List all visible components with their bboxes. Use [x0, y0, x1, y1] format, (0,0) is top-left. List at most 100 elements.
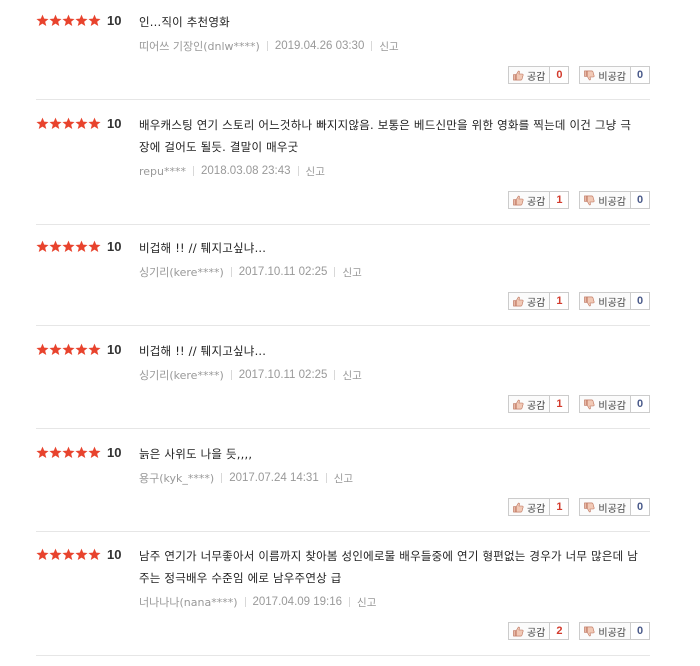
like-button[interactable]: 공감	[507, 395, 551, 413]
meta-divider	[325, 473, 327, 483]
star-icon	[88, 117, 101, 130]
review-author: repu****	[139, 164, 187, 178]
like-button[interactable]: 공감	[507, 66, 551, 84]
dislike-label: 비공감	[598, 400, 626, 412]
rating-score: 10	[107, 12, 122, 28]
like-label: 공감	[526, 297, 546, 309]
dislike-button[interactable]: 비공감	[579, 498, 631, 516]
thumbs-up-icon	[513, 70, 524, 80]
thumbs-down-icon	[584, 626, 595, 636]
review-meta: 용구(kyk_****) 2017.07.24 14:31 신고	[139, 470, 353, 486]
review-meta: repu**** 2018.03.08 23:43 신고	[139, 163, 325, 179]
star-icon	[88, 446, 101, 459]
like-button[interactable]: 공감	[507, 622, 551, 640]
vote-buttons: 공감 1 비공감 0	[507, 395, 650, 413]
review-author: 너나나나(nana****)	[139, 596, 238, 609]
vote-buttons: 공감 0 비공감 0	[507, 66, 650, 84]
dislike-button[interactable]: 비공감	[579, 395, 631, 413]
star-icon	[75, 548, 88, 561]
like-label: 공감	[526, 627, 546, 639]
dislike-button[interactable]: 비공감	[579, 191, 631, 209]
meta-divider	[221, 473, 223, 483]
report-link[interactable]: 신고	[342, 368, 361, 383]
dislike-count: 0	[631, 292, 650, 310]
like-button[interactable]: 공감	[507, 191, 551, 209]
review-author: 띠어쓰 기장인(dnlw****)	[139, 40, 260, 53]
dislike-label: 비공감	[598, 503, 626, 515]
star-rating: 10	[36, 238, 121, 254]
thumbs-up-icon	[513, 399, 524, 409]
like-count: 0	[550, 66, 570, 84]
star-icon	[62, 14, 75, 27]
review-author: 싱기리(kere****)	[139, 266, 224, 279]
star-icon	[36, 117, 49, 130]
star-icon	[88, 14, 101, 27]
dislike-label: 비공감	[598, 196, 626, 208]
thumbs-up-icon	[513, 195, 524, 205]
stars	[36, 446, 101, 459]
star-icon	[36, 548, 49, 561]
star-icon	[75, 117, 88, 130]
meta-divider	[371, 41, 373, 51]
report-link[interactable]: 신고	[306, 164, 325, 179]
dislike-count: 0	[631, 498, 650, 516]
review-date: 2017.10.11 02:25	[238, 266, 328, 278]
review-text: 남주 연기가 너무좋아서 이름까지 찾아봄 성인에로물 배우들중에 연기 형편없…	[139, 549, 639, 585]
star-icon	[49, 14, 62, 27]
like-count: 1	[550, 292, 570, 310]
review-divider	[36, 224, 650, 225]
review-meta: 띠어쓰 기장인(dnlw****) 2019.04.26 03:30 신고	[139, 38, 399, 54]
dislike-count: 0	[631, 66, 650, 84]
review-meta: 싱기리(kere****) 2017.10.11 02:25 신고	[139, 264, 362, 280]
review-date: 2019.04.26 03:30	[274, 40, 365, 52]
meta-divider	[244, 597, 246, 607]
star-rating: 10	[36, 546, 121, 562]
rating-score: 10	[107, 238, 122, 254]
report-link[interactable]: 신고	[357, 595, 376, 610]
report-link[interactable]: 신고	[334, 471, 353, 486]
vote-buttons: 공감 2 비공감 0	[507, 622, 650, 640]
meta-divider	[334, 370, 336, 380]
dislike-count: 0	[631, 191, 650, 209]
review-divider	[36, 428, 650, 429]
report-link[interactable]: 신고	[342, 265, 361, 280]
dislike-count: 0	[631, 622, 650, 640]
dislike-button[interactable]: 비공감	[579, 622, 631, 640]
vote-buttons: 공감 1 비공감 0	[507, 191, 650, 209]
rating-score: 10	[107, 115, 122, 131]
star-icon	[75, 446, 88, 459]
rating-score: 10	[107, 444, 122, 460]
thumbs-down-icon	[584, 502, 595, 512]
star-icon	[49, 548, 62, 561]
thumbs-up-icon	[513, 502, 524, 512]
dislike-button[interactable]: 비공감	[579, 292, 631, 310]
dislike-button[interactable]: 비공감	[579, 66, 631, 84]
like-label: 공감	[526, 503, 546, 515]
thumbs-down-icon	[584, 296, 595, 306]
like-button[interactable]: 공감	[507, 498, 551, 516]
star-icon	[75, 240, 88, 253]
dislike-label: 비공감	[598, 627, 626, 639]
star-icon	[88, 240, 101, 253]
vote-buttons: 공감 1 비공감 0	[507, 292, 650, 310]
star-rating: 10	[36, 341, 121, 357]
star-icon	[36, 343, 49, 356]
stars	[36, 117, 101, 130]
meta-divider	[334, 267, 336, 277]
rating-score: 10	[107, 341, 122, 357]
report-link[interactable]: 신고	[379, 39, 398, 54]
review-divider	[36, 531, 650, 532]
star-icon	[62, 343, 75, 356]
like-button[interactable]: 공감	[507, 292, 551, 310]
review-author: 용구(kyk_****)	[139, 472, 215, 485]
meta-divider	[230, 370, 232, 380]
review-meta: 싱기리(kere****) 2017.10.11 02:25 신고	[139, 367, 362, 383]
star-icon	[75, 343, 88, 356]
star-rating: 10	[36, 115, 121, 131]
stars	[36, 343, 101, 356]
star-icon	[62, 548, 75, 561]
meta-divider	[297, 166, 299, 176]
star-icon	[75, 14, 88, 27]
like-count: 2	[550, 622, 570, 640]
review-date: 2017.10.11 02:25	[238, 369, 328, 381]
